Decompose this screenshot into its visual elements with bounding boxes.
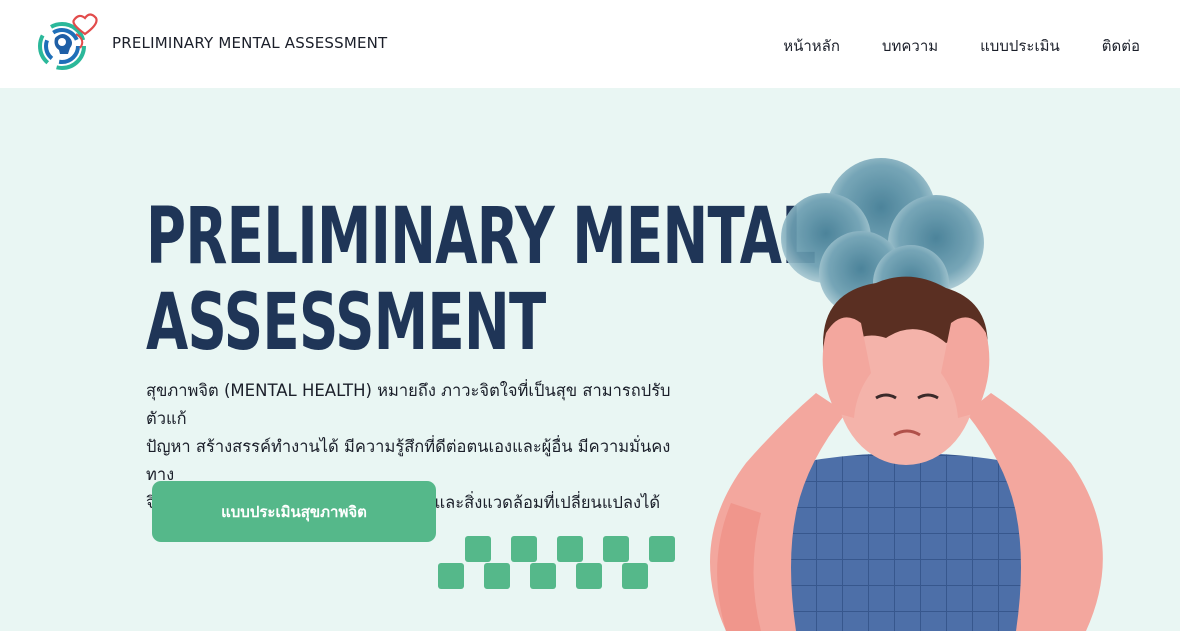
start-assessment-button[interactable]: แบบประเมินสุขภาพจิต: [152, 481, 436, 542]
brand-name[interactable]: PRELIMINARY MENTAL ASSESSMENT: [112, 34, 387, 52]
nav-link-home[interactable]: หน้าหลัก: [783, 34, 840, 58]
hero-section: PRELIMINARY MENTAL ASSESSMENT สุขภาพจิต …: [0, 88, 1180, 631]
main-nav: หน้าหลัก บทความ แบบประเมิน ติดต่อ: [741, 34, 1140, 58]
hero-title-line-2: ASSESSMENT: [146, 278, 546, 368]
site-logo-icon[interactable]: [34, 12, 100, 74]
nav-link-articles[interactable]: บทความ: [882, 34, 938, 58]
top-navbar: PRELIMINARY MENTAL ASSESSMENT หน้าหลัก บ…: [0, 0, 1180, 88]
hero-title: PRELIMINARY MENTAL ASSESSMENT: [146, 192, 816, 368]
nav-link-assessment[interactable]: แบบประเมิน: [980, 34, 1060, 58]
hero-description-line-1: สุขภาพจิต (MENTAL HEALTH) หมายถึง ภาวะจิ…: [146, 381, 671, 428]
nav-link-contact[interactable]: ติดต่อ: [1102, 34, 1140, 58]
stressed-person-illustration: [710, 158, 1103, 631]
checker-pattern-icon: [438, 536, 678, 590]
hero-title-line-1: PRELIMINARY MENTAL: [146, 192, 816, 282]
